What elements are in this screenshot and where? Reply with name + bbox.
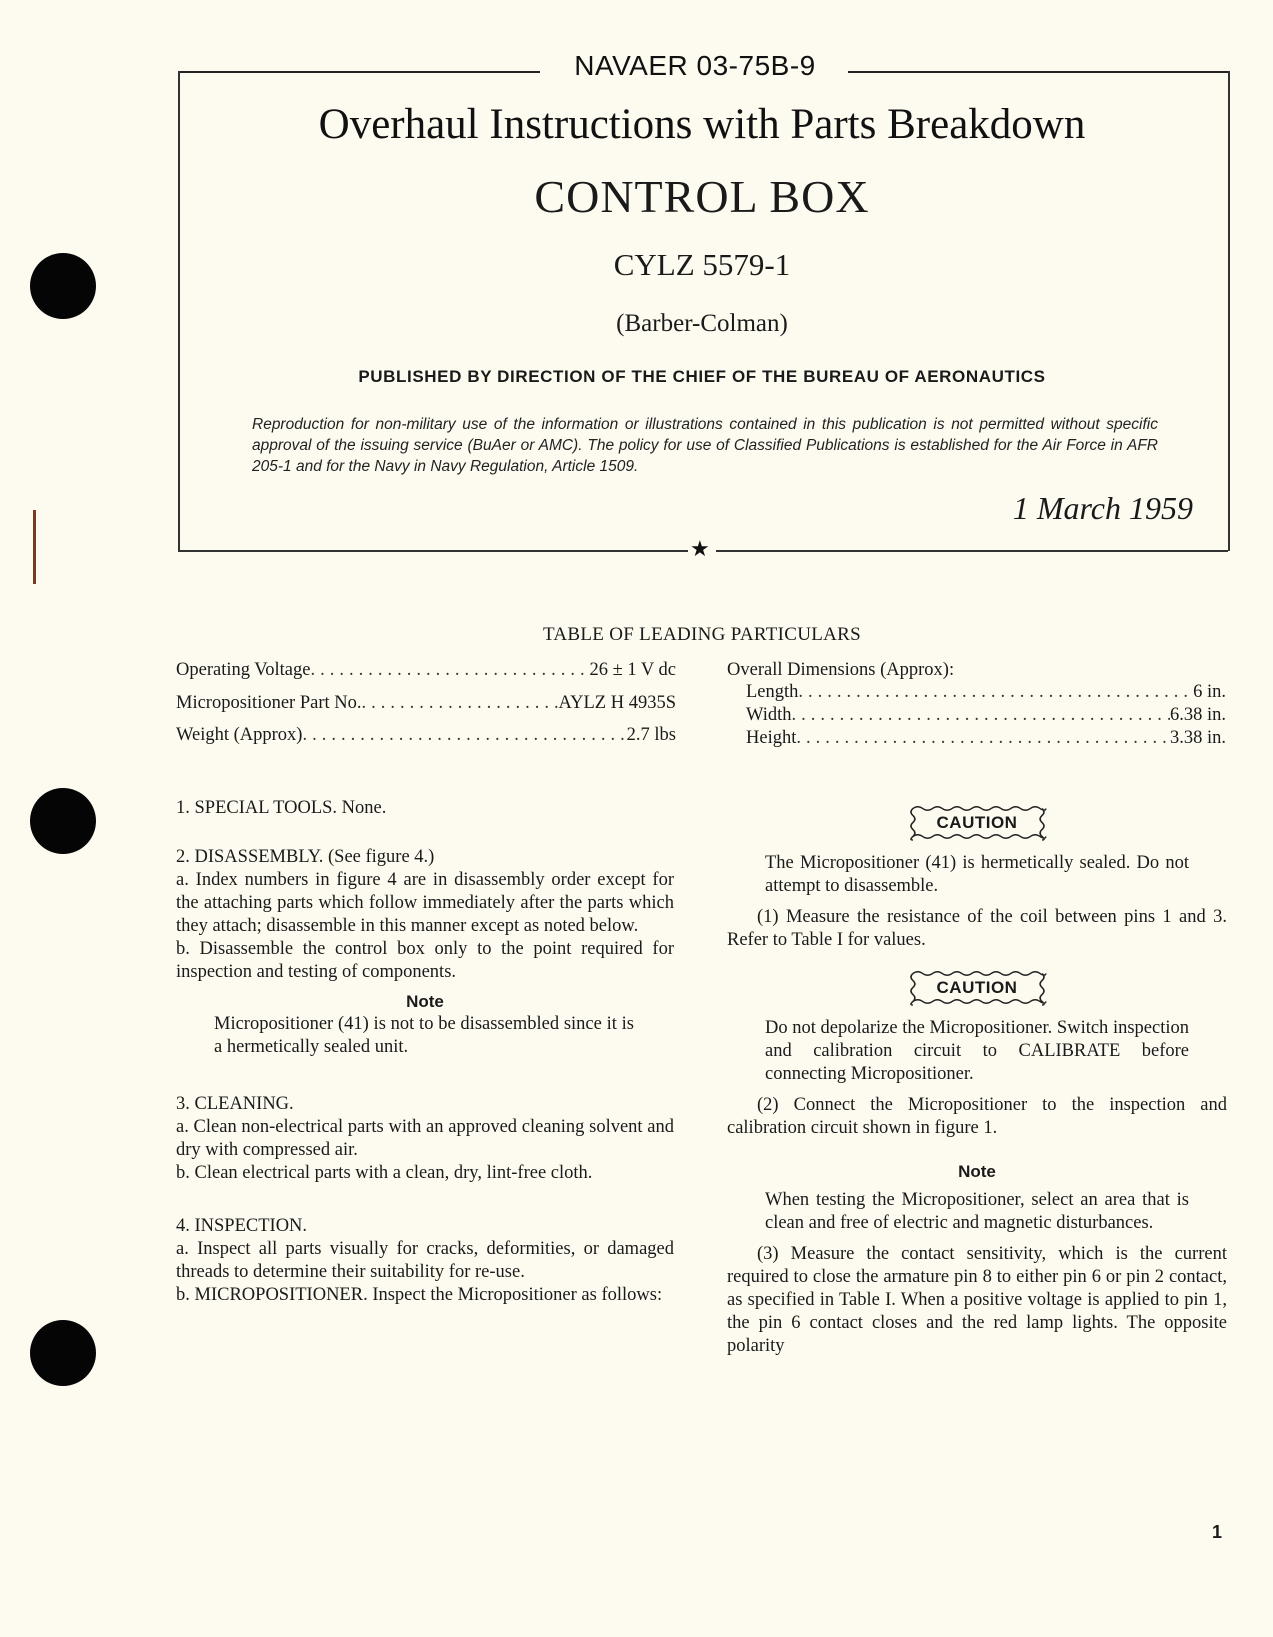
particular-value: AYLZ H 4935S	[558, 693, 676, 713]
wavy-border-icon	[909, 806, 1047, 841]
cleaning-para-b: b. Clean electrical parts with a clean, …	[176, 1163, 593, 1183]
particulars-title: TABLE OF LEADING PARTICULARS	[542, 624, 862, 645]
model-number: CYLZ 5579-1	[613, 247, 791, 282]
note-title: Note	[958, 1162, 996, 1181]
manufacturer: (Barber-Colman)	[616, 310, 788, 337]
leader-dots: ........................................…	[798, 682, 1194, 702]
publication-date: 1 March 1959	[1012, 490, 1193, 526]
binder-hole-top	[30, 253, 96, 319]
particular-value: 26 ± 1 V dc	[589, 660, 676, 680]
particular-label: Operating Voltage	[176, 660, 311, 680]
caution-1-text: The Micropositioner (41) is hermetically…	[765, 853, 1189, 896]
note-title: Note	[406, 992, 444, 1011]
document-subtitle: CONTROL BOX	[534, 171, 870, 222]
binder-hole-bottom	[30, 1320, 96, 1386]
frame-bottom-rule-left	[178, 550, 688, 552]
step-2: (2) Connect the Micropositioner to the i…	[727, 1095, 1227, 1138]
frame-bottom-rule-right	[716, 550, 1228, 552]
caution-label: CAUTION	[909, 805, 1047, 841]
page-number: 1	[1212, 1522, 1223, 1542]
caution-label: CAUTION	[909, 970, 1047, 1006]
inspection-para-b: b. MICROPOSITIONER. Inspect the Micropos…	[176, 1285, 663, 1305]
leader-dots: ........................................…	[796, 728, 1170, 748]
document-title: Overhaul Instructions with Parts Breakdo…	[318, 101, 1086, 148]
right-column: CAUTION The Micropositioner (41) is herm…	[727, 805, 1227, 1358]
particular-value: 2.7 lbs	[626, 725, 676, 745]
particular-label: Length	[746, 682, 799, 702]
section-cleaning-heading: 3. CLEANING.	[176, 1094, 294, 1114]
particular-value: 6 in.	[1193, 682, 1226, 702]
caution-2-text: Do not depolarize the Micropositioner. S…	[765, 1018, 1189, 1084]
particular-row: Height .................................…	[746, 728, 1226, 749]
section-inspection-heading: 4. INSPECTION.	[176, 1216, 308, 1236]
margin-mark	[33, 510, 36, 584]
note-text: When testing the Micropositioner, select…	[765, 1190, 1189, 1233]
note-text: Micropositioner (41) is not to be disass…	[214, 1014, 634, 1057]
section-special-tools: 1. SPECIAL TOOLS. None.	[176, 798, 387, 818]
particular-value: 6.38 in.	[1169, 705, 1226, 725]
left-column: 1. SPECIAL TOOLS. None. 2. DISASSEMBLY. …	[176, 797, 674, 1307]
particular-row: Weight (Approx) ........................…	[176, 725, 676, 746]
step-1: (1) Measure the resistance of the coil b…	[727, 907, 1227, 950]
leader-dots: ........................................…	[361, 693, 559, 713]
publisher-line: PUBLISHED BY DIRECTION OF THE CHIEF OF T…	[358, 367, 1046, 386]
particular-label: Micropositioner Part No.	[176, 693, 362, 713]
particular-row: Width ..................................…	[746, 705, 1226, 726]
dimensions-heading: Overall Dimensions (Approx):	[727, 660, 1227, 681]
step-3: (3) Measure the contact sensitivity, whi…	[727, 1244, 1227, 1356]
particular-row: Length .................................…	[746, 682, 1226, 703]
dimensions-heading-text: Overall Dimensions (Approx):	[727, 660, 955, 680]
particular-value: 3.38 in.	[1169, 728, 1226, 748]
inspection-para-a: a. Inspect all parts visually for cracks…	[176, 1239, 674, 1282]
wavy-border-icon	[909, 971, 1047, 1006]
disassembly-para-b: b. Disassemble the control box only to t…	[176, 939, 674, 982]
disassembly-para-a: a. Index numbers in figure 4 are in disa…	[176, 870, 674, 936]
particular-label: Weight (Approx)	[176, 725, 303, 745]
caution-box: CAUTION	[727, 805, 1227, 841]
section-disassembly-heading: 2. DISASSEMBLY. (See figure 4.)	[176, 847, 435, 867]
cleaning-para-a: a. Clean non-electrical parts with an ap…	[176, 1117, 674, 1160]
particular-row: Operating Voltage ......................…	[176, 660, 676, 681]
reproduction-notice: Reproduction for non-military use of the…	[252, 416, 1158, 475]
leader-dots: ........................................…	[310, 660, 590, 680]
binder-hole-middle	[30, 788, 96, 854]
caution-box: CAUTION	[727, 970, 1227, 1006]
leader-dots: ........................................…	[302, 725, 626, 745]
leader-dots: ........................................…	[791, 705, 1170, 725]
particular-label: Width	[746, 705, 792, 725]
particular-row: Micropositioner Part No. ...............…	[176, 693, 676, 714]
particular-label: Height	[746, 728, 797, 748]
star-icon: ★	[690, 536, 710, 561]
